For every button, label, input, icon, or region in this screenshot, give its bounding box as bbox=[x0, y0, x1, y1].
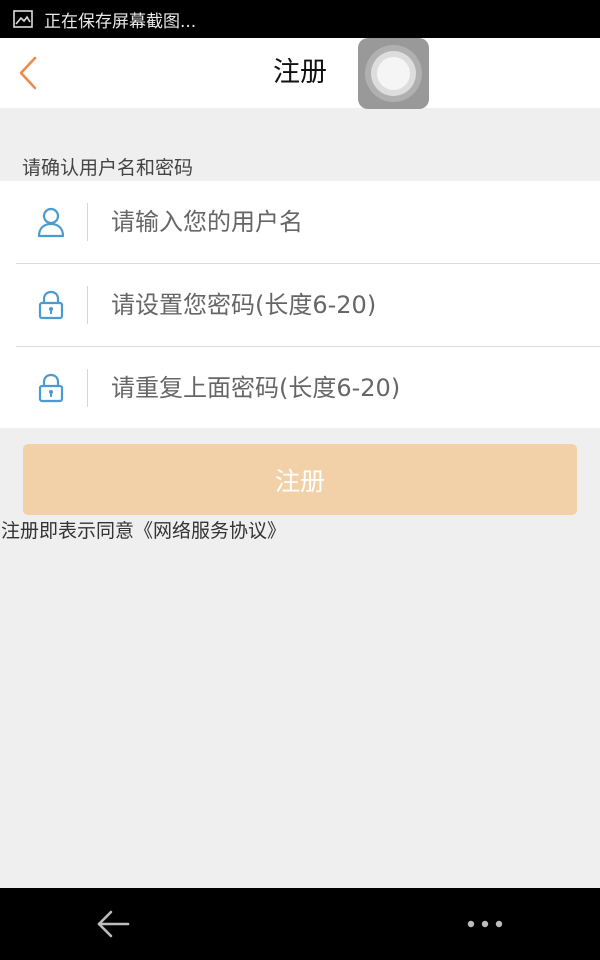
more-dots-icon bbox=[467, 920, 503, 928]
register-button[interactable]: 注册 bbox=[23, 444, 577, 515]
arrow-left-icon bbox=[97, 910, 130, 938]
login-form bbox=[0, 181, 600, 428]
password-repeat-row bbox=[0, 347, 600, 429]
row-divider bbox=[87, 369, 88, 407]
section-label: 请确认用户名和密码 bbox=[22, 157, 194, 179]
app-header: 注册 bbox=[0, 38, 600, 108]
navigation-bar bbox=[0, 888, 600, 960]
agreement-link[interactable]: 注册即表示同意《网络服务协议》 bbox=[1, 516, 286, 543]
assistive-touch-button[interactable] bbox=[358, 38, 429, 109]
page-title: 注册 bbox=[273, 57, 327, 88]
assistive-touch-ring bbox=[377, 57, 410, 90]
password-input[interactable] bbox=[111, 284, 571, 326]
chevron-left-icon bbox=[19, 56, 37, 90]
username-input[interactable] bbox=[111, 201, 571, 243]
nav-back-button[interactable] bbox=[90, 904, 136, 944]
username-row bbox=[0, 181, 600, 263]
lock-icon bbox=[34, 288, 68, 322]
row-divider bbox=[87, 203, 88, 241]
nav-more-button[interactable] bbox=[462, 908, 508, 940]
lock-icon bbox=[34, 371, 68, 405]
status-bar: 正在保存屏幕截图... bbox=[0, 0, 600, 38]
status-text: 正在保存屏幕截图... bbox=[44, 11, 197, 32]
password-row bbox=[0, 264, 600, 346]
screenshot-image-icon bbox=[13, 10, 33, 28]
row-divider bbox=[87, 286, 88, 324]
back-button[interactable] bbox=[8, 50, 48, 96]
password-repeat-input[interactable] bbox=[111, 367, 571, 409]
user-icon bbox=[34, 205, 68, 239]
